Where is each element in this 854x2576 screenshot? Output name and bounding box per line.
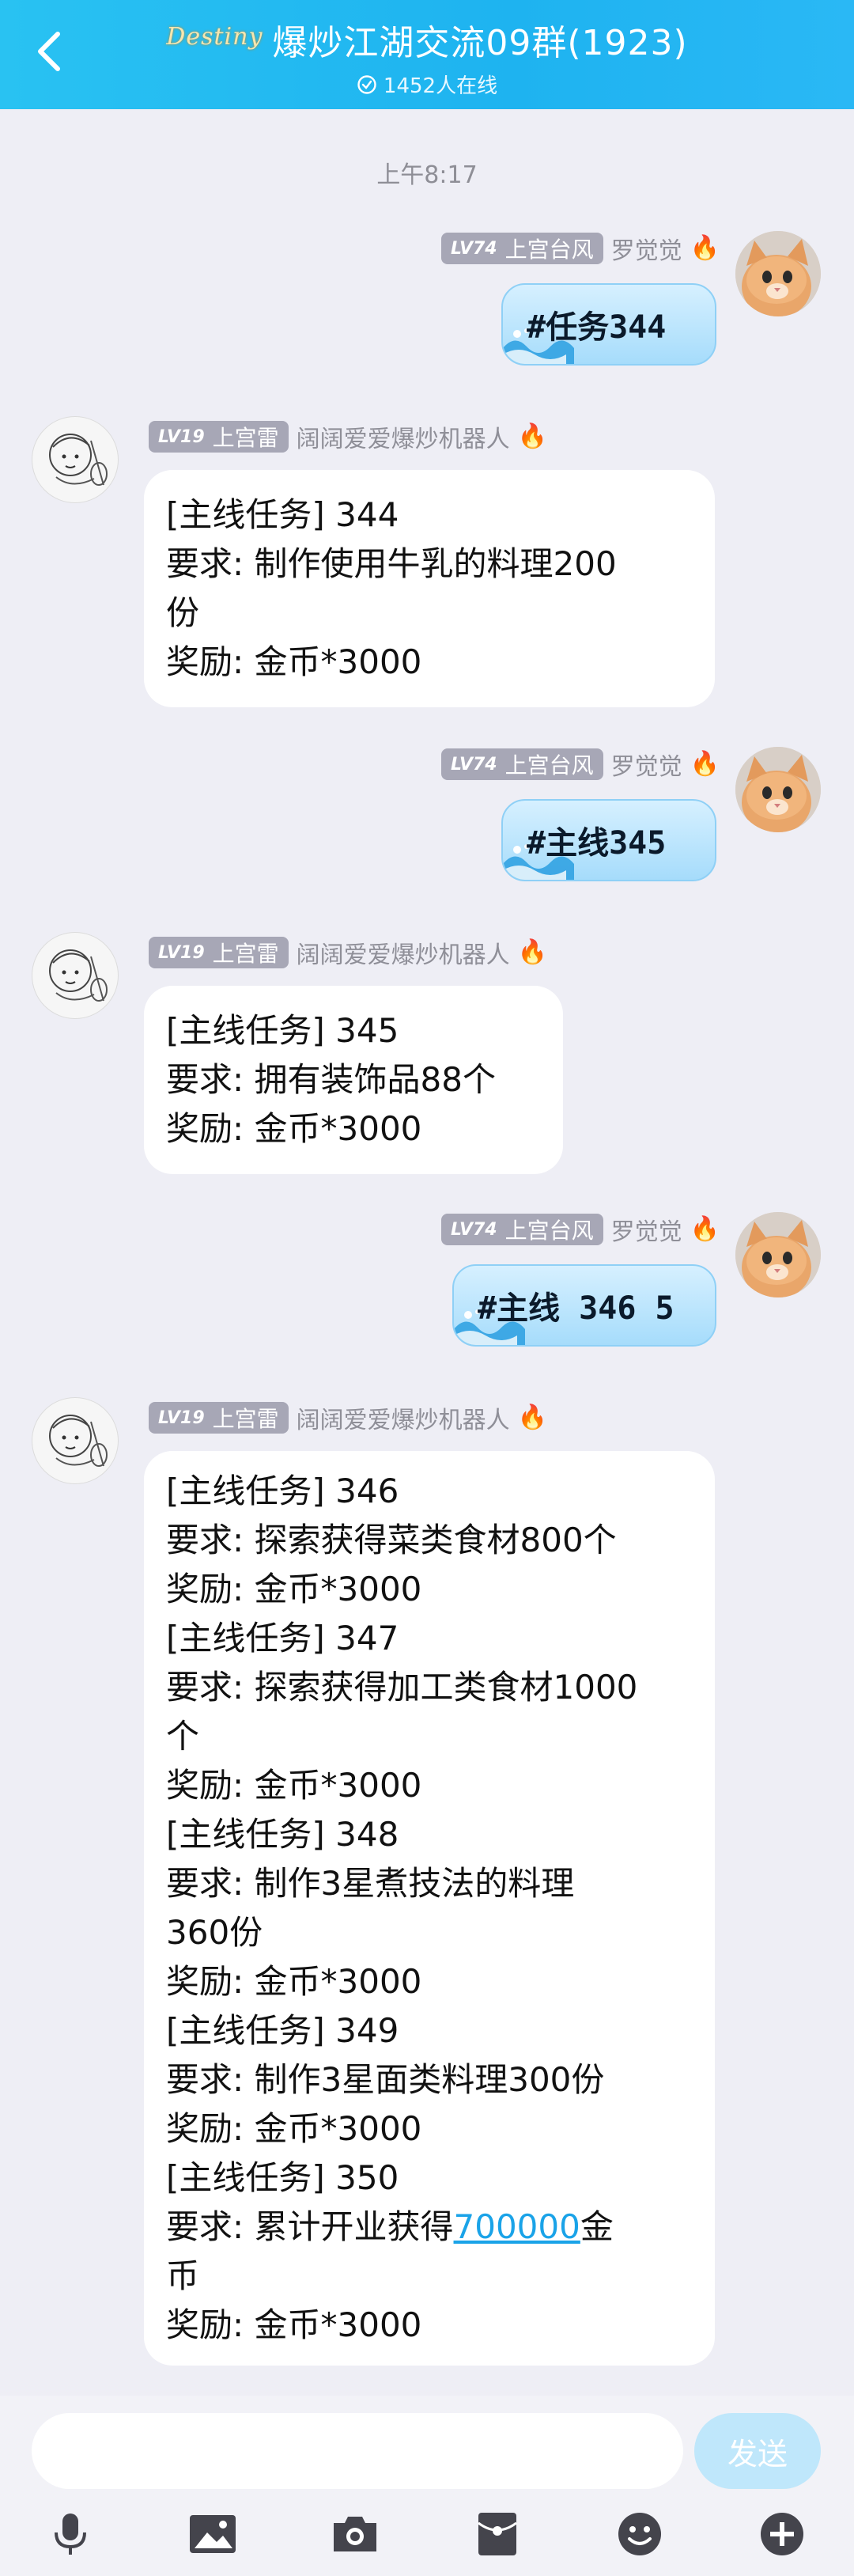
brand-logo: Destiny xyxy=(166,22,263,51)
sender-name[interactable]: 阔阔爱爱爆炒机器人 xyxy=(297,1400,510,1435)
sender-name[interactable]: 罗觉觉 xyxy=(611,1212,682,1247)
input-area: 发送 xyxy=(0,2396,854,2576)
level-badge: LV19 上宫雷 xyxy=(149,421,289,453)
message-line: [主线任务] 345 xyxy=(166,1011,399,1050)
sender-name[interactable]: 罗觉觉 xyxy=(611,747,682,782)
emoji-icon[interactable] xyxy=(612,2506,667,2562)
title-area[interactable]: Destiny 爆炒江湖交流09群(1923) 1452人在线 xyxy=(0,14,854,99)
level-badge: LV19 上宫雷 xyxy=(149,1402,289,1434)
fire-icon: 🔥 xyxy=(690,234,720,262)
message-line: 奖励: 金币*3000 xyxy=(166,1962,422,2001)
fire-icon: 🔥 xyxy=(517,938,548,966)
message-bubble[interactable]: [主线任务] 346 要求: 探索获得菜类食材800个 奖励: 金币*3000 … xyxy=(144,1451,715,2366)
message-meta: LV74 上宫台风 罗觉觉 🔥 xyxy=(440,1212,720,1247)
message-bubble[interactable]: #任务344 xyxy=(501,283,716,366)
message-text: #任务344 xyxy=(527,309,667,346)
message-meta: LV74 上宫台风 罗觉觉 🔥 xyxy=(440,747,720,782)
send-button[interactable]: 发送 xyxy=(694,2413,821,2489)
user-avatar[interactable] xyxy=(735,747,821,832)
group-title: 爆炒江湖交流09群(1923) xyxy=(272,23,688,63)
bot-avatar[interactable] xyxy=(32,1397,119,1484)
bot-avatar[interactable] xyxy=(32,932,119,1019)
microphone-icon[interactable] xyxy=(43,2506,98,2562)
message-meta: LV19 上宫雷 阔阔爱爱爆炒机器人 🔥 xyxy=(149,419,547,454)
message-line: 360份 xyxy=(166,1913,263,1952)
sender-name[interactable]: 阔阔爱爱爆炒机器人 xyxy=(297,935,510,970)
user-avatar[interactable] xyxy=(735,1212,821,1297)
message-text: #主线345 xyxy=(527,825,667,862)
message-line: 要求: 探索获得菜类食材800个 xyxy=(166,1521,617,1559)
message-line: 奖励: 金币*3000 xyxy=(166,1766,422,1805)
message-line: 奖励: 金币*3000 xyxy=(166,2109,422,2148)
fire-icon: 🔥 xyxy=(690,1215,720,1243)
number-link[interactable]: 700000 xyxy=(454,2207,580,2246)
level-badge: LV19 上宫雷 xyxy=(149,937,289,968)
level-badge: LV74 上宫台风 xyxy=(440,233,603,264)
message-line: 个 xyxy=(166,1717,200,1756)
header-bar: Destiny 爆炒江湖交流09群(1923) 1452人在线 xyxy=(0,0,854,109)
message-line: 奖励: 金币*3000 xyxy=(166,2305,422,2344)
message-line: 奖励: 金币*3000 xyxy=(166,1109,422,1148)
message-text: #主线 346 5 xyxy=(478,1290,675,1327)
message-bubble[interactable]: [主线任务] 345 要求: 拥有装饰品88个 奖励: 金币*3000 xyxy=(144,986,563,1174)
level-badge: LV74 上宫台风 xyxy=(440,748,603,780)
message-line: 要求: 探索获得加工类食材1000 xyxy=(166,1668,638,1707)
message-line: [主线任务] 347 xyxy=(166,1619,399,1657)
fire-icon: 🔥 xyxy=(517,422,548,450)
message-line: 要求: 制作3星煮技法的料理 xyxy=(166,1864,575,1903)
user-avatar[interactable] xyxy=(735,231,821,316)
message-line: 要求: 制作使用牛乳的料理200 xyxy=(166,544,617,583)
message-line: 要求: 累计开业获得700000金 xyxy=(166,2207,614,2246)
camera-icon[interactable] xyxy=(327,2506,383,2562)
message-bubble[interactable]: #主线 346 5 xyxy=(452,1264,716,1347)
message-meta: LV74 上宫台风 罗觉觉 🔥 xyxy=(440,231,720,266)
check-circle-icon xyxy=(357,74,376,94)
message-line: 份 xyxy=(166,593,200,632)
message-line: 要求: 拥有装饰品88个 xyxy=(166,1060,496,1099)
plus-icon[interactable] xyxy=(754,2506,810,2562)
red-packet-icon[interactable] xyxy=(470,2506,525,2562)
image-icon[interactable] xyxy=(185,2506,240,2562)
input-toolbar xyxy=(0,2498,854,2570)
sender-name[interactable]: 罗觉觉 xyxy=(611,231,682,266)
timestamp: 上午8:17 xyxy=(376,161,478,189)
message-line: 币 xyxy=(166,2256,200,2295)
message-line: 要求: 制作3星面类料理300份 xyxy=(166,2060,605,2099)
message-bubble[interactable]: [主线任务] 344 要求: 制作使用牛乳的料理200 份 奖励: 金币*300… xyxy=(144,470,715,707)
message-line: [主线任务] 349 xyxy=(166,2011,399,2050)
sender-name[interactable]: 阔阔爱爱爆炒机器人 xyxy=(297,419,510,454)
message-line: [主线任务] 350 xyxy=(166,2158,399,2197)
message-line: [主线任务] 348 xyxy=(166,1815,399,1854)
message-bubble[interactable]: #主线345 xyxy=(501,799,716,881)
online-count: 1452人在线 xyxy=(383,74,498,98)
message-input[interactable] xyxy=(32,2413,683,2489)
fire-icon: 🔥 xyxy=(690,750,720,778)
message-line: [主线任务] 344 xyxy=(166,495,399,534)
message-meta: LV19 上宫雷 阔阔爱爱爆炒机器人 🔥 xyxy=(149,935,547,970)
level-badge: LV74 上宫台风 xyxy=(440,1214,603,1245)
message-line: 奖励: 金币*3000 xyxy=(166,642,422,681)
bot-avatar[interactable] xyxy=(32,416,119,503)
message-line: 奖励: 金币*3000 xyxy=(166,1570,422,1608)
message-line: [主线任务] 346 xyxy=(166,1472,399,1510)
message-meta: LV19 上宫雷 阔阔爱爱爆炒机器人 🔥 xyxy=(149,1400,547,1435)
fire-icon: 🔥 xyxy=(517,1404,548,1431)
